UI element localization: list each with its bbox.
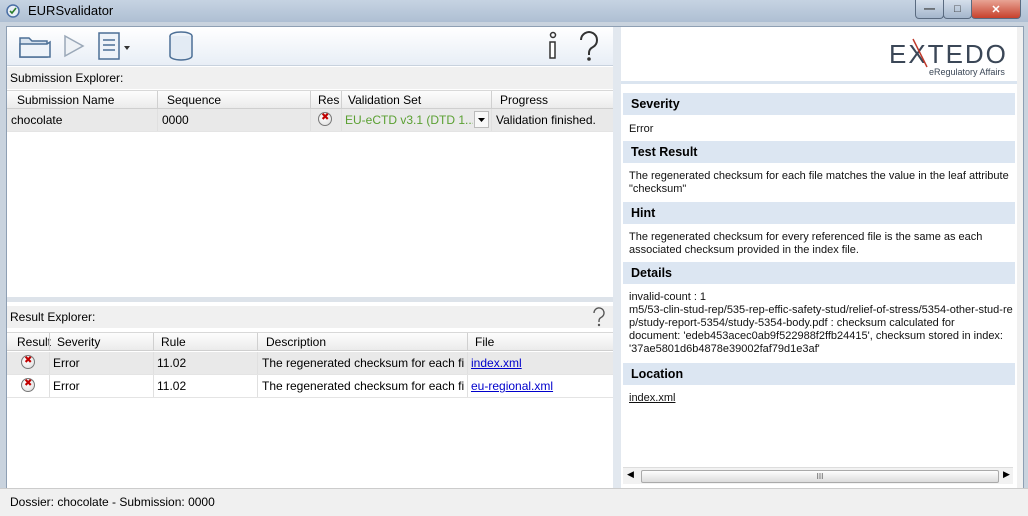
validation-set-dropdown[interactable]: [474, 111, 489, 128]
details-line: invalid-count : 1: [629, 291, 707, 303]
validation-set-cell: EU-eCTD v3.1 (DTD 1...: [345, 113, 473, 127]
col-submission-name[interactable]: Submission Name: [17, 93, 157, 107]
location-section-header: Location: [623, 363, 1015, 385]
horizontal-splitter[interactable]: [7, 297, 613, 302]
location-link[interactable]: index.xml: [629, 392, 675, 405]
rule-cell: 11.02: [157, 379, 187, 393]
col-progress[interactable]: Progress: [500, 93, 600, 107]
col-validation-set[interactable]: Validation Set: [348, 93, 488, 107]
submission-row[interactable]: chocolate 0000 EU-eCTD v3.1 (DTD 1... Va…: [7, 109, 613, 132]
col-sequence[interactable]: Sequence: [167, 93, 307, 107]
file-link[interactable]: eu-regional.xml: [471, 379, 601, 393]
col-description[interactable]: Description: [266, 335, 466, 349]
svg-text:EXTEDO: EXTEDO: [889, 39, 1008, 69]
info-icon[interactable]: [543, 29, 563, 63]
help-icon[interactable]: [575, 29, 603, 63]
report-dropdown-icon[interactable]: [95, 29, 133, 63]
test-result-line: The regenerated checksum for each file m…: [629, 170, 1009, 182]
submission-name-cell: chocolate: [11, 113, 63, 127]
submission-grid-header: Submission Name Sequence Resi Validation…: [7, 90, 613, 109]
file-link[interactable]: index.xml: [471, 356, 601, 370]
result-explorer-header: Result Explorer:: [7, 306, 613, 328]
open-folder-icon[interactable]: [17, 29, 53, 63]
error-icon: [21, 378, 35, 392]
error-icon: [318, 112, 332, 126]
submission-explorer-header: Submission Explorer:: [7, 67, 613, 89]
rule-cell: 11.02: [157, 356, 187, 370]
details-label: Details: [631, 266, 672, 280]
toolbar: [7, 27, 613, 66]
result-row[interactable]: Error 11.02 The regenerated checksum for…: [7, 352, 613, 375]
severity-label: Severity: [631, 97, 680, 111]
col-rule[interactable]: Rule: [161, 335, 251, 349]
severity-cell: Error: [53, 379, 80, 393]
details-line: p/study-report-5354/study-5354-body.pdf …: [629, 317, 955, 329]
col-file[interactable]: File: [475, 335, 605, 349]
details-section-header: Details: [623, 262, 1015, 284]
scroll-thumb[interactable]: III: [641, 470, 999, 483]
hint-line: associated checksum provided in the inde…: [629, 244, 859, 256]
details-line: document: 'edeb453acec0ab9f522988f2ffb24…: [629, 330, 1003, 342]
severity-cell: Error: [53, 356, 80, 370]
app-icon: [6, 4, 20, 18]
left-pane: Submission Explorer: Submission Name Seq…: [7, 27, 613, 489]
window-title: EURSvalidator: [28, 3, 114, 18]
database-icon[interactable]: [165, 29, 197, 63]
test-result-section-header: Test Result: [623, 141, 1015, 163]
details-line: m5/53-clin-stud-rep/535-rep-effic-safety…: [629, 304, 1013, 316]
error-icon: [21, 355, 35, 369]
description-cell: The regenerated checksum for each fil...: [262, 356, 464, 370]
col-result[interactable]: Resi: [318, 93, 340, 107]
details-line: '37ae5801d6b4878e39002faf79d1e3af': [629, 343, 820, 355]
hint-line: The regenerated checksum for every refer…: [629, 231, 983, 243]
col-severity[interactable]: Severity: [57, 335, 147, 349]
scroll-left-icon[interactable]: ◀: [627, 469, 634, 480]
description-cell: The regenerated checksum for each fil...: [262, 379, 464, 393]
progress-cell: Validation finished.: [496, 113, 596, 127]
test-result-line: "checksum": [629, 183, 687, 195]
result-explorer-title: Result Explorer:: [10, 310, 96, 324]
result-grid-header: Result Severity Rule Description File: [7, 332, 613, 351]
extedo-logo: EXTEDO eRegulatory Affairs: [889, 38, 1008, 77]
svg-text:eRegulatory Affairs: eRegulatory Affairs: [929, 67, 1005, 77]
severity-section-header: Severity: [623, 93, 1015, 115]
main-window-client: Submission Explorer: Submission Name Seq…: [6, 26, 1024, 490]
vertical-splitter[interactable]: [613, 27, 621, 489]
col-result[interactable]: Result: [17, 335, 53, 349]
severity-value: Error: [629, 123, 654, 135]
horizontal-scrollbar[interactable]: ◀ III ▶: [623, 467, 1013, 484]
hint-section-header: Hint: [623, 202, 1015, 224]
hint-label: Hint: [631, 206, 656, 220]
status-bar: Dossier: chocolate - Submission: 0000: [0, 488, 1028, 516]
logo-area: EXTEDO eRegulatory Affairs: [621, 27, 1017, 84]
close-button[interactable]: ✕: [971, 0, 1021, 19]
result-row[interactable]: Error 11.02 The regenerated checksum for…: [7, 375, 613, 398]
status-text: Dossier: chocolate - Submission: 0000: [10, 495, 215, 509]
scroll-right-icon[interactable]: ▶: [1003, 469, 1010, 480]
title-bar: EURSvalidator — □ ✕: [0, 0, 1028, 22]
right-pane: EXTEDO eRegulatory Affairs Severity Erro…: [621, 27, 1017, 489]
sequence-cell: 0000: [162, 113, 189, 127]
run-validation-icon[interactable]: [59, 29, 89, 63]
maximize-button[interactable]: □: [943, 0, 972, 19]
submission-explorer-title: Submission Explorer:: [10, 71, 124, 85]
location-label: Location: [631, 367, 684, 381]
minimize-button[interactable]: —: [915, 0, 944, 19]
test-result-label: Test Result: [631, 145, 698, 159]
result-help-icon[interactable]: [591, 307, 607, 330]
